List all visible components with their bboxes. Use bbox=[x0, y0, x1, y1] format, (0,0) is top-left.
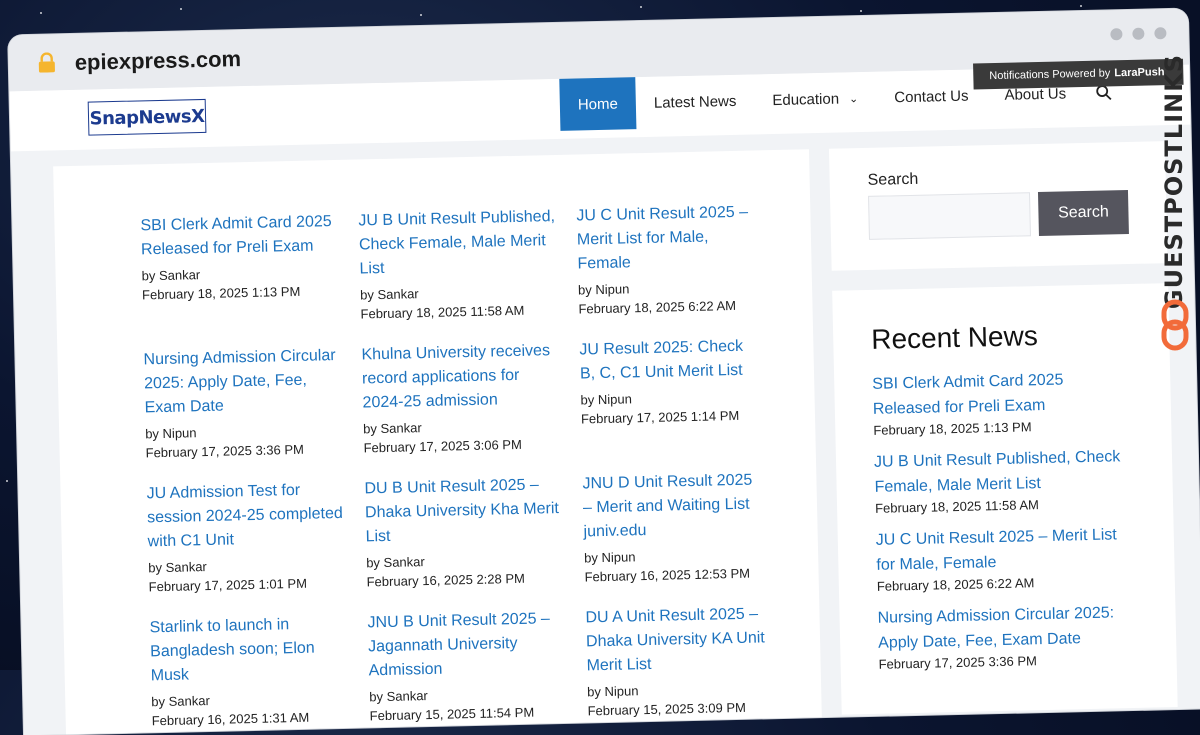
post-title-link[interactable]: Nursing Admission Circular 2025: Apply D… bbox=[143, 344, 345, 421]
window-dot-icon[interactable] bbox=[1110, 28, 1123, 41]
post-title-link[interactable]: Khulna University receives record applic… bbox=[361, 339, 563, 416]
nav-education[interactable]: Education ⌄ bbox=[754, 72, 877, 127]
post-item: JNU D Unit Result 2025 – Merit and Waiti… bbox=[582, 468, 785, 587]
recent-news-item: JU B Unit Result Published, Check Female… bbox=[874, 444, 1135, 518]
post-date: February 18, 2025 11:58 AM bbox=[360, 302, 525, 322]
post-title-link[interactable]: DU B Unit Result 2025 – Dhaka University… bbox=[364, 473, 566, 550]
post-date: February 18, 2025 6:22 AM bbox=[578, 297, 737, 317]
post-item: DU B Unit Result 2025 – Dhaka University… bbox=[364, 472, 585, 591]
address-bar[interactable]: epiexpress.com bbox=[74, 46, 241, 76]
recent-news-item: JU C Unit Result 2025 – Merit List for M… bbox=[876, 522, 1137, 596]
watermark-text: GUESTPOSTLINKS bbox=[1160, 54, 1188, 310]
post-date: February 18, 2025 1:13 PM bbox=[141, 283, 301, 303]
nav-label: Contact Us bbox=[894, 87, 969, 106]
post-item: JU Admission Test for session 2024-25 co… bbox=[146, 477, 367, 596]
nav-label: Home bbox=[577, 95, 619, 113]
post-date: February 15, 2025 11:54 PM bbox=[369, 704, 535, 724]
chevron-down-icon: ⌄ bbox=[848, 92, 859, 105]
post-item: Nursing Admission Circular 2025: Apply D… bbox=[143, 343, 364, 462]
window-dot-icon[interactable] bbox=[1154, 27, 1167, 40]
browser-window: epiexpress.com SnapNewsX Home Latest New… bbox=[8, 8, 1200, 735]
nav-home[interactable]: Home bbox=[559, 77, 637, 131]
nav-label: Education bbox=[772, 90, 840, 109]
notification-text: Notifications Powered by bbox=[989, 67, 1111, 83]
recent-news-link[interactable]: Nursing Admission Circular 2025: Apply D… bbox=[877, 600, 1138, 656]
post-date: February 17, 2025 1:14 PM bbox=[580, 407, 740, 427]
post-date: February 17, 2025 1:01 PM bbox=[148, 575, 308, 595]
post-date: February 16, 2025 1:31 AM bbox=[151, 709, 310, 729]
nav-contact-us[interactable]: Contact Us bbox=[876, 69, 987, 123]
recent-news-list: SBI Clerk Admit Card 2025 Released for P… bbox=[872, 366, 1139, 674]
post-title-link[interactable]: Starlink to launch in Bangladesh soon; E… bbox=[149, 612, 351, 689]
post-date: February 15, 2025 3:09 PM bbox=[587, 699, 747, 719]
post-date: February 17, 2025 3:06 PM bbox=[363, 436, 522, 456]
post-title-link[interactable]: JU Admission Test for session 2024-25 co… bbox=[146, 478, 348, 555]
post-date: February 16, 2025 2:28 PM bbox=[366, 570, 526, 590]
nav-latest-news[interactable]: Latest News bbox=[635, 74, 755, 129]
search-input[interactable] bbox=[868, 192, 1031, 240]
post-item: Starlink to launch in Bangladesh soon; E… bbox=[149, 611, 370, 730]
watermark: GUESTPOSTLINKS bbox=[1152, 48, 1200, 358]
site-logo[interactable]: SnapNewsX bbox=[87, 98, 207, 136]
recent-news-link[interactable]: JU C Unit Result 2025 – Merit List for M… bbox=[876, 522, 1137, 578]
post-item: JNU B Unit Result 2025 – Jagannath Unive… bbox=[367, 606, 588, 725]
post-item: Khulna University receives record applic… bbox=[361, 339, 582, 458]
website: SnapNewsX Home Latest News Education ⌄ Co… bbox=[9, 58, 1200, 735]
lock-icon bbox=[38, 52, 55, 73]
post-item: JU C Unit Result 2025 – Merit List for M… bbox=[576, 200, 779, 319]
posts-area: SBI Clerk Admit Card 2025 Released for P… bbox=[53, 149, 823, 735]
post-title-link[interactable]: JU B Unit Result Published, Check Female… bbox=[358, 205, 560, 282]
post-title-link[interactable]: DU A Unit Result 2025 – Dhaka University… bbox=[585, 602, 769, 678]
post-item: JU Result 2025: Check B, C, C1 Unit Meri… bbox=[579, 334, 782, 453]
recent-news-link[interactable]: JU B Unit Result Published, Check Female… bbox=[874, 444, 1135, 500]
post-item: SBI Clerk Admit Card 2025 Released for P… bbox=[140, 209, 361, 328]
post-item: DU A Unit Result 2025 – Dhaka University… bbox=[585, 602, 788, 721]
recent-news-item: Nursing Admission Circular 2025: Apply D… bbox=[877, 600, 1138, 674]
post-date: February 16, 2025 12:53 PM bbox=[584, 565, 751, 585]
post-title-link[interactable]: JNU B Unit Result 2025 – Jagannath Unive… bbox=[367, 607, 569, 684]
link-icon bbox=[1161, 299, 1189, 351]
recent-news-item: SBI Clerk Admit Card 2025 Released for P… bbox=[872, 366, 1133, 440]
post-title-link[interactable]: JU C Unit Result 2025 – Merit List for M… bbox=[576, 200, 760, 276]
post-grid: SBI Clerk Admit Card 2025 Released for P… bbox=[140, 200, 788, 730]
recent-news-link[interactable]: SBI Clerk Admit Card 2025 Released for P… bbox=[872, 366, 1133, 422]
post-title-link[interactable]: JU Result 2025: Check B, C, C1 Unit Meri… bbox=[579, 334, 762, 386]
logo-text: SnapNewsX bbox=[89, 105, 205, 130]
post-title-link[interactable]: JNU D Unit Result 2025 – Merit and Waiti… bbox=[582, 468, 766, 544]
post-date: February 17, 2025 3:36 PM bbox=[145, 441, 305, 461]
search-button[interactable]: Search bbox=[1037, 190, 1129, 237]
post-title-link[interactable]: SBI Clerk Admit Card 2025 Released for P… bbox=[140, 210, 341, 263]
search-label: Search bbox=[867, 170, 919, 189]
recent-news-widget: Recent News SBI Clerk Admit Card 2025 Re… bbox=[832, 283, 1178, 715]
post-item: JU B Unit Result Published, Check Female… bbox=[358, 205, 579, 324]
recent-news-title: Recent News bbox=[870, 320, 1039, 355]
search-widget: Search Search bbox=[828, 141, 1168, 271]
window-dot-icon[interactable] bbox=[1132, 27, 1145, 40]
nav-label: Latest News bbox=[653, 92, 737, 112]
sidebar: Search Search Recent News SBI Clerk Admi… bbox=[828, 141, 1178, 715]
